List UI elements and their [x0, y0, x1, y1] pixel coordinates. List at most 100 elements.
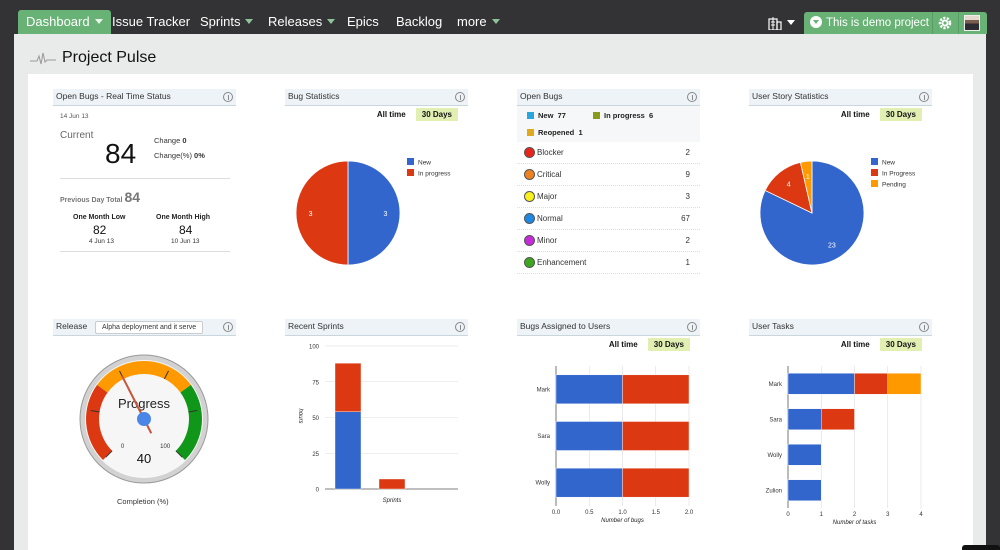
change: Change 0 — [154, 136, 187, 145]
nav-epics[interactable]: Epics — [339, 10, 387, 34]
y-category-label: Wolly — [535, 481, 550, 487]
bar-new — [555, 374, 623, 405]
legend-swatch — [407, 158, 414, 165]
y-tick-label: 0 — [316, 488, 320, 494]
chevron-down-icon — [787, 20, 795, 25]
y-category-label: Sara — [769, 417, 782, 423]
change-pct-value: 0% — [194, 151, 205, 160]
scrollbar[interactable] — [962, 545, 1000, 550]
info-icon[interactable] — [455, 92, 465, 102]
priority-count: 1 — [685, 258, 690, 267]
widget-title: User Story Statistics — [752, 91, 829, 101]
info-icon[interactable] — [919, 322, 929, 332]
current-label: Current — [60, 130, 94, 141]
y-category-label: Zulion — [766, 488, 782, 494]
nav-issue-tracker[interactable]: Issue Tracker — [104, 10, 198, 34]
pie-slice-in-progress — [295, 160, 349, 266]
tab-all-time[interactable]: All time — [371, 108, 412, 121]
month-low-date: 4 Jun 13 — [89, 238, 114, 245]
legend-label: Pending — [882, 182, 906, 189]
priority-label: Blocker — [537, 148, 564, 157]
user-story-pie-chart: 23 4 1 New In Progress Pending — [759, 158, 916, 266]
status-new[interactable]: New 77 — [527, 111, 566, 120]
page-title: Project Pulse — [62, 49, 157, 66]
dashboard-content: Open Bugs - Real Time Status 14 Jun 13 C… — [28, 74, 973, 550]
tab-all-time[interactable]: All time — [835, 108, 876, 121]
priority-row-blocker[interactable]: Blocker 2 — [517, 142, 700, 164]
nav-backlog-label: Backlog — [396, 14, 443, 29]
bar-pending — [887, 373, 922, 395]
status-new-count: 77 — [557, 111, 566, 120]
x-tick-label: 0 — [786, 512, 790, 518]
nav-sprints[interactable]: Sprints — [192, 10, 261, 34]
priority-count: 9 — [685, 170, 690, 179]
building-icon — [768, 16, 782, 31]
demo-project-menu[interactable]: This is demo project — [810, 12, 929, 34]
user-avatar[interactable] — [964, 15, 980, 31]
tab-30-days[interactable]: 30 Days — [415, 108, 458, 121]
divider — [932, 12, 933, 34]
legend-label: In progress — [418, 171, 451, 178]
priority-row-minor[interactable]: Minor 2 — [517, 230, 700, 252]
y-tick-label: 100 — [309, 345, 320, 351]
tab-30-days[interactable]: 30 Days — [879, 108, 922, 121]
info-icon[interactable] — [223, 322, 233, 332]
chevron-down-icon — [245, 19, 254, 24]
chevron-down-icon — [491, 19, 500, 24]
legend-label: In Progress — [882, 171, 916, 178]
nav-more[interactable]: more — [449, 10, 508, 34]
nav-backlog[interactable]: Backlog — [388, 10, 450, 34]
demo-project-bar: This is demo project — [804, 12, 987, 34]
nav-dashboard[interactable]: Dashboard — [18, 10, 111, 34]
status-in-progress-count: 6 — [649, 111, 654, 120]
change-pct-label: Change(%) — [154, 151, 192, 160]
info-icon[interactable] — [919, 92, 929, 102]
divider — [60, 178, 230, 179]
nav-dashboard-label: Dashboard — [26, 14, 90, 29]
widget-title: Recent Sprints — [288, 321, 344, 331]
organization-switcher[interactable] — [768, 14, 795, 32]
pie-data-label: 23 — [828, 243, 836, 250]
nav-epics-label: Epics — [347, 14, 379, 29]
gear-icon[interactable] — [938, 16, 952, 30]
y-category-label: Sara — [537, 434, 550, 440]
bar-new — [787, 444, 822, 466]
info-icon[interactable] — [223, 92, 233, 102]
priority-row-major[interactable]: Major 3 — [517, 186, 700, 208]
info-icon[interactable] — [687, 92, 697, 102]
prev-day: Previous Day Total 84 — [60, 189, 140, 205]
divider — [60, 251, 230, 252]
priority-label: Critical — [537, 170, 562, 179]
x-tick-label: 1 — [820, 512, 824, 518]
release-select[interactable]: Alpha deployment and it serve — [95, 321, 203, 334]
bar-in-progress — [854, 373, 888, 395]
month-low-label: One Month Low — [73, 214, 126, 221]
widget-header: User Tasks — [749, 319, 932, 336]
priority-row-normal[interactable]: Normal 67 — [517, 208, 700, 230]
bar-remaining — [378, 478, 406, 490]
change-label: Change — [154, 136, 181, 145]
widget-header: Recent Sprints — [285, 319, 468, 336]
info-icon[interactable] — [455, 322, 465, 332]
demo-project-label: This is demo project — [826, 17, 929, 29]
status-reopened-label: Reopened — [538, 128, 575, 137]
y-category-label: Mark — [537, 387, 551, 393]
info-icon[interactable] — [687, 322, 697, 332]
widget-header: User Story Statistics — [749, 89, 932, 106]
nav-releases[interactable]: Releases — [260, 10, 343, 34]
widget-header: Bugs Assigned to Users — [517, 319, 700, 336]
status-reopened[interactable]: Reopened 1 — [527, 128, 583, 137]
priority-row-enhancement[interactable]: Enhancement 1 — [517, 252, 700, 274]
legend-swatch — [871, 169, 878, 176]
priority-label: Enhancement — [537, 258, 587, 267]
range-tabs: All time 30 Days — [371, 108, 458, 121]
priority-row-critical[interactable]: Critical 9 — [517, 164, 700, 186]
nav-issue-tracker-label: Issue Tracker — [112, 14, 191, 29]
bar-in-progress — [622, 374, 690, 405]
status-reopened-count: 1 — [578, 128, 583, 137]
status-in-progress[interactable]: In progress 6 — [593, 111, 653, 120]
legend-swatch — [527, 129, 534, 136]
legend-swatch — [593, 112, 600, 119]
bar-remaining — [334, 362, 362, 412]
widget-title: Release — [56, 321, 88, 331]
